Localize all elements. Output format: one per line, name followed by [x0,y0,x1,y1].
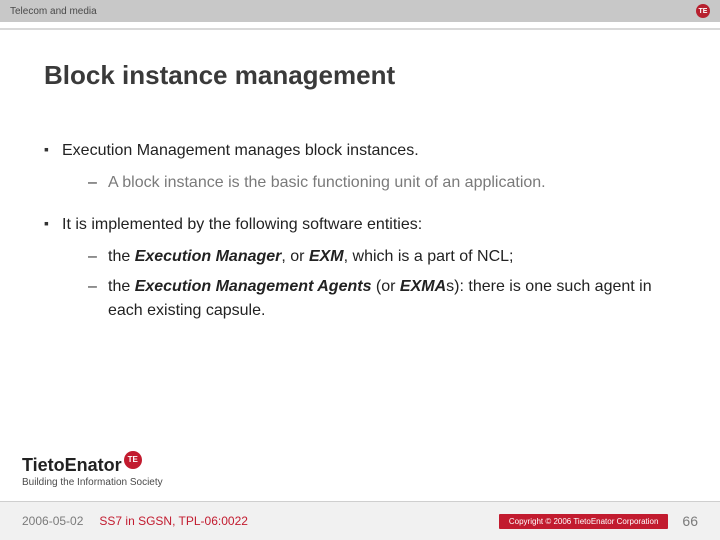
logo-dot-icon: TE [124,451,142,469]
separator [0,28,720,30]
slide: Telecom and media TE Block instance mana… [0,0,720,540]
bullet-text: Execution Management manages block insta… [62,142,419,159]
logo-name: TietoEnator [22,455,122,476]
category-label: Telecom and media [10,6,97,17]
top-bar: Telecom and media TE [0,0,720,22]
content-area: Execution Management manages block insta… [44,139,676,323]
sub-item: the Execution Management Agents (or EXMA… [88,275,676,323]
bullet-list: Execution Management manages block insta… [44,139,676,323]
sub-item: the Execution Manager, or EXM, which is … [88,245,676,269]
sub-list: A block instance is the basic functionin… [88,171,676,195]
bullet-item: It is implemented by the following softw… [44,213,676,323]
footer-date: 2006-05-02 [22,514,83,528]
footer: 2006-05-02 SS7 in SGSN, TPL-06:0022 Copy… [0,502,720,540]
slide-title: Block instance management [44,60,720,91]
bullet-text: It is implemented by the following softw… [62,216,422,233]
footer-doc: SS7 in SGSN, TPL-06:0022 [99,514,248,528]
bullet-item: Execution Management manages block insta… [44,139,676,195]
footer-copyright: Copyright © 2006 TietoEnator Corporation [499,514,669,529]
te-badge-icon: TE [696,4,710,18]
logo-tagline: Building the Information Society [22,477,163,488]
logo-block: TietoEnator TE Building the Information … [22,455,163,488]
sub-item: A block instance is the basic functionin… [88,171,676,195]
page-number: 66 [682,513,698,529]
sub-list: the Execution Manager, or EXM, which is … [88,245,676,323]
